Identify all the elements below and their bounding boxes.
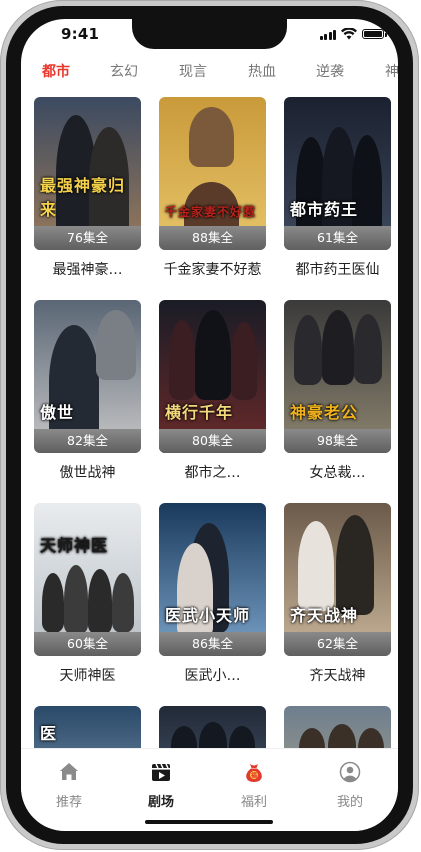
drama-title[interactable]: 齐天战神 (284, 665, 391, 685)
drama-title[interactable]: 天师神医 (34, 665, 141, 685)
drama-title[interactable]: 医武小… (159, 665, 266, 685)
tab-xianyan[interactable]: 现言 (179, 61, 207, 81)
drama-card[interactable]: 傲世 82集全 傲世战神 (34, 300, 141, 482)
drama-poster[interactable]: 傲世 82集全 (34, 300, 141, 453)
tab-nixi[interactable]: 逆袭 (316, 61, 344, 81)
tab-shen[interactable]: 神 (385, 61, 398, 81)
cellular-signal-icon (319, 29, 336, 40)
tab-profile[interactable]: 我的 (320, 761, 380, 810)
episode-count: 86集全 (159, 632, 266, 656)
episode-count: 80集全 (159, 429, 266, 453)
svg-text:福: 福 (250, 771, 257, 779)
episode-count: 98集全 (284, 429, 391, 453)
drama-poster[interactable]: 千金家妻不好惹 88集全 (159, 97, 266, 250)
tab-recommend[interactable]: 推荐 (39, 761, 99, 810)
drama-card[interactable]: 医武小天师 86集全 医武小… (159, 503, 266, 685)
poster-title-art: 横行千年 (165, 403, 234, 422)
category-tabs: 都市 玄幻 现言 热血 逆袭 神 (21, 57, 398, 81)
tab-label: 福利 (240, 795, 267, 810)
battery-icon (362, 29, 387, 39)
tab-theater[interactable]: 剧场 (131, 761, 191, 810)
drama-card[interactable]: 齐天战神 62集全 齐天战神 (284, 503, 391, 685)
drama-title[interactable]: 都市药王医仙 (284, 259, 391, 279)
drama-card[interactable]: 神豪老公 98集全 女总裁… (284, 300, 391, 482)
drama-title[interactable]: 傲世战神 (34, 462, 141, 482)
drama-poster[interactable]: 齐天战神 62集全 (284, 503, 391, 656)
tab-welfare[interactable]: 福 福利 (224, 761, 284, 810)
tab-label: 推荐 (55, 795, 82, 810)
drama-poster[interactable]: 最强神豪归来 76集全 (34, 97, 141, 250)
drama-card[interactable]: 最强神豪归来 76集全 最强神豪… (34, 97, 141, 279)
drama-card[interactable]: 都市药王 61集全 都市药王医仙 (284, 97, 391, 279)
drama-card[interactable]: 千金家妻不好惹 88集全 千金家妻不好惹 (159, 97, 266, 279)
lucky-bag-icon: 福 (246, 764, 262, 782)
poster-title-art: 千金家妻不好惹 (165, 205, 257, 219)
wifi-icon (341, 28, 357, 40)
tab-dushi[interactable]: 都市 (42, 61, 70, 81)
drama-poster[interactable]: 医武小天师 86集全 (159, 503, 266, 656)
drama-poster[interactable]: 都市药王 61集全 (284, 97, 391, 250)
episode-count: 88集全 (159, 226, 266, 250)
episode-count: 76集全 (34, 226, 141, 250)
tab-label: 我的 (336, 795, 363, 810)
episode-count: 60集全 (34, 632, 141, 656)
tab-label: 剧场 (147, 795, 174, 810)
poster-title-art: 神豪老公 (290, 403, 359, 422)
bottom-tab-bar: 推荐 剧场 福 福利 我的 (21, 748, 398, 831)
drama-card[interactable]: 天师神医 60集全 天师神医 (34, 503, 141, 685)
drama-poster[interactable]: 天师神医 60集全 (34, 503, 141, 656)
home-indicator[interactable] (145, 820, 273, 824)
drama-poster[interactable]: 神豪老公 98集全 (284, 300, 391, 453)
episode-count: 61集全 (284, 226, 391, 250)
tab-xuanhuan[interactable]: 玄幻 (110, 61, 138, 81)
poster-title-art: 傲世 (40, 403, 75, 422)
episode-count: 82集全 (34, 429, 141, 453)
drama-title[interactable]: 最强神豪… (34, 259, 141, 279)
drama-title[interactable]: 女总裁… (284, 462, 391, 482)
camera-notch (132, 19, 287, 49)
poster-title-art: 医 (40, 724, 58, 743)
tab-rexue[interactable]: 热血 (248, 61, 276, 81)
status-time: 9:41 (61, 25, 100, 43)
app-screen: 9:41 都市 玄幻 现言 热血 逆袭 神 最强神豪归来 76集全 最强神豪… … (21, 19, 398, 831)
poster-title-art: 齐天战神 (290, 606, 359, 625)
drama-title[interactable]: 都市之… (159, 462, 266, 482)
clapperboard-icon (152, 763, 170, 781)
poster-title-art: 医武小天师 (165, 606, 251, 625)
poster-title-art: 最强神豪归来 (40, 176, 126, 219)
episode-count: 62集全 (284, 632, 391, 656)
status-icons (319, 28, 387, 40)
drama-card[interactable]: 横行千年 80集全 都市之… (159, 300, 266, 482)
home-icon (60, 763, 78, 780)
poster-title-art: 天师神医 (40, 536, 109, 555)
poster-title-art: 都市药王 (290, 200, 359, 219)
drama-title[interactable]: 千金家妻不好惹 (159, 259, 266, 279)
profile-icon (339, 761, 361, 783)
drama-poster[interactable]: 横行千年 80集全 (159, 300, 266, 453)
